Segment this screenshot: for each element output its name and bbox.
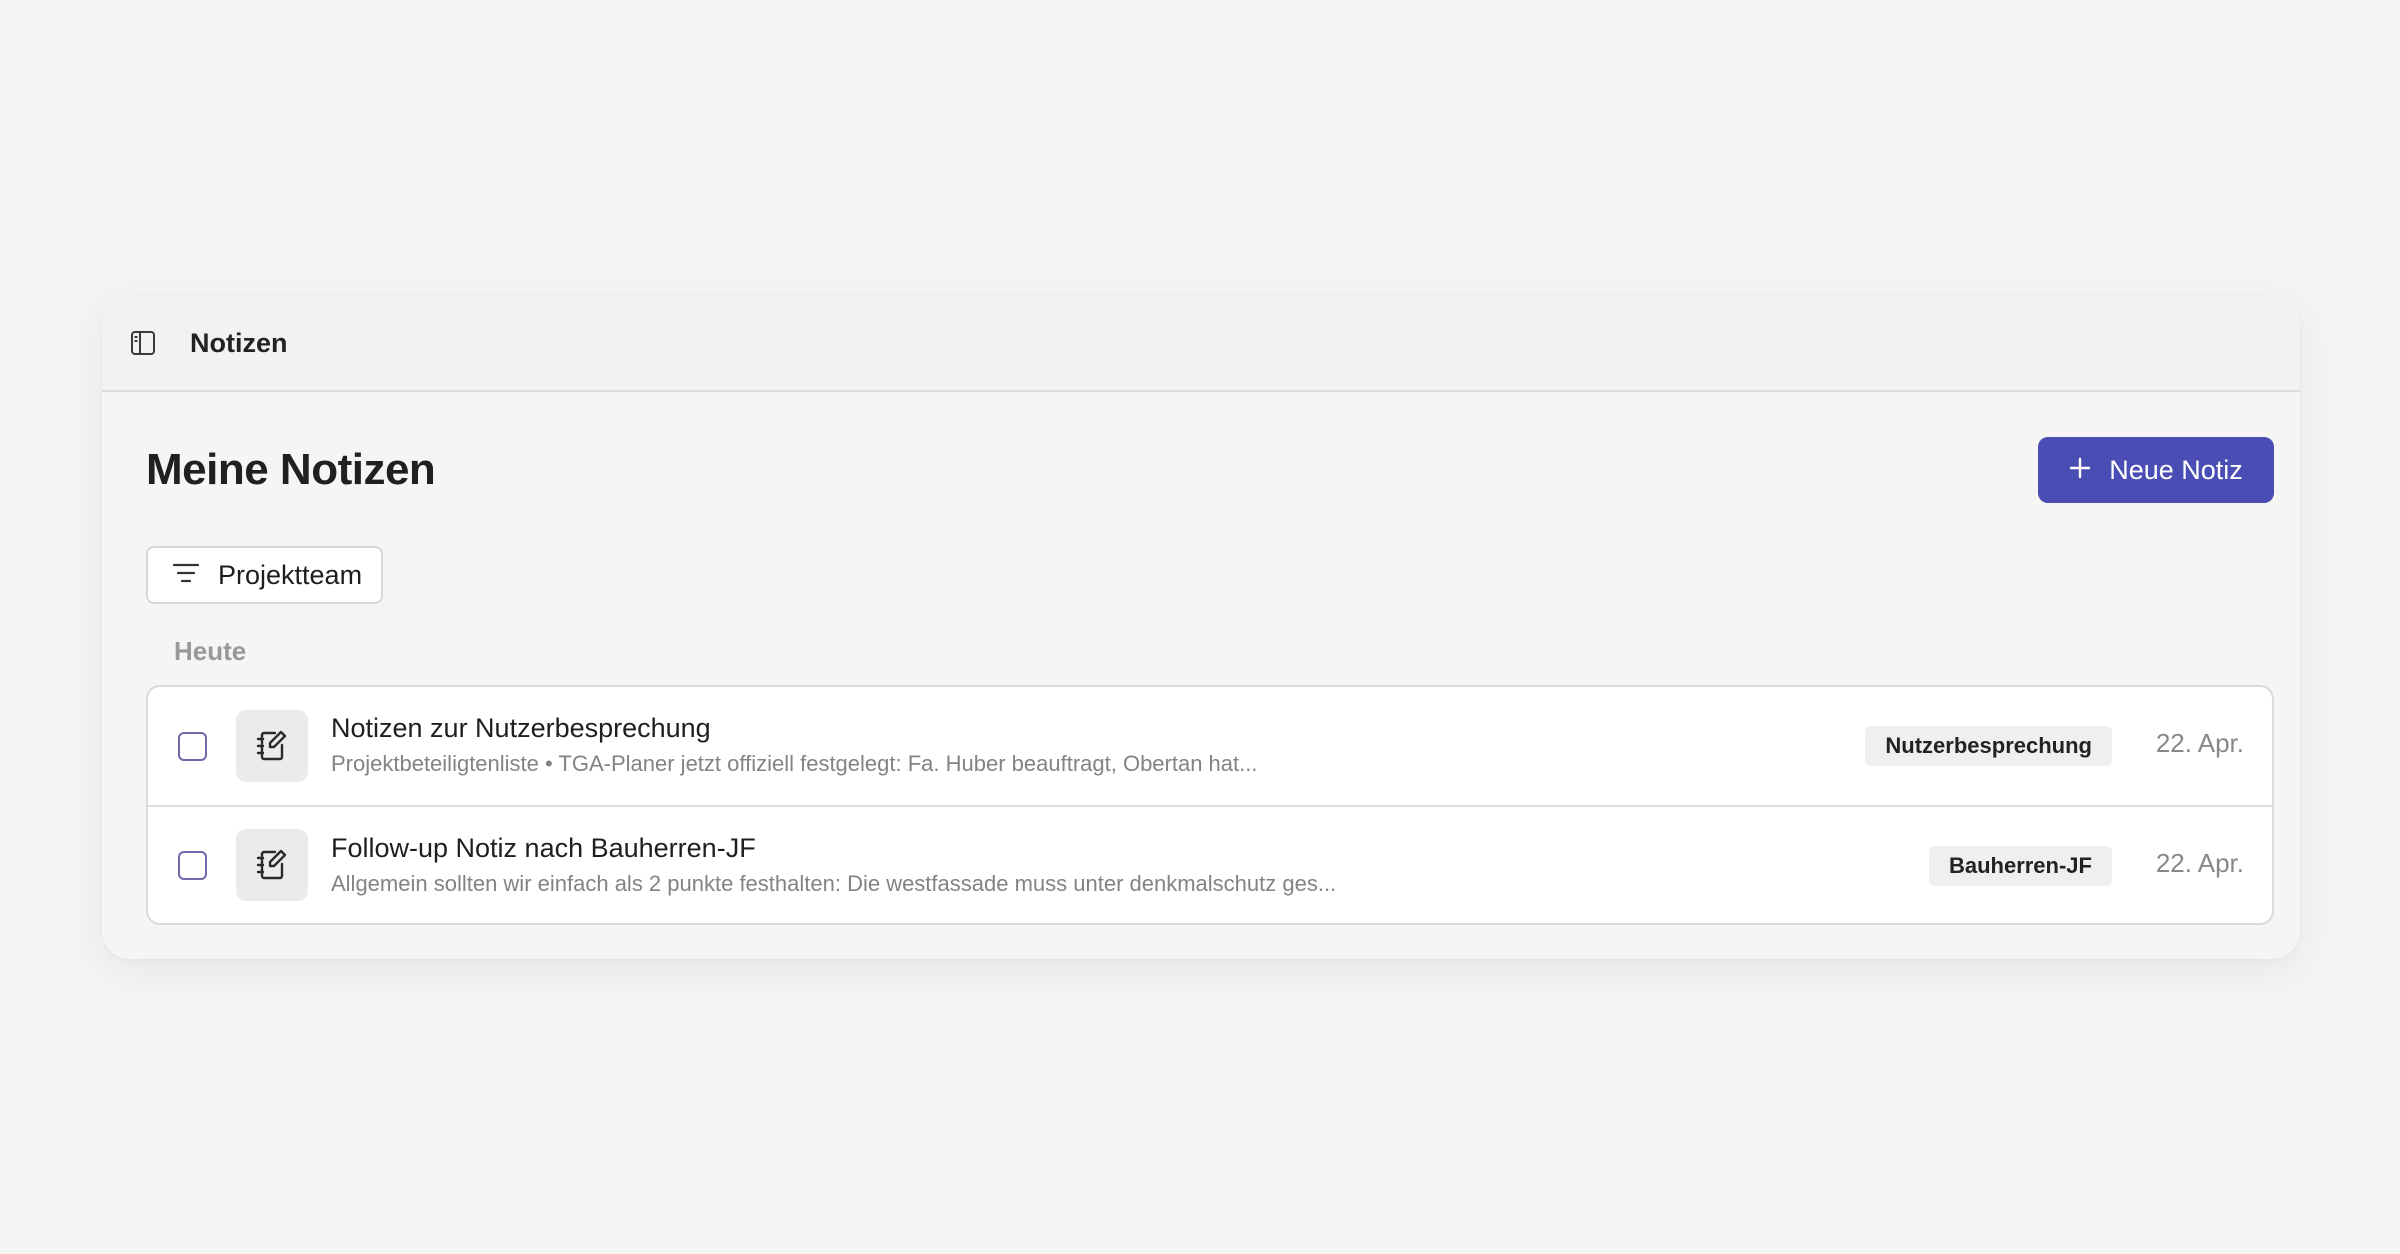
note-checkbox[interactable] [178, 731, 207, 761]
top-bar: Notizen [102, 296, 2300, 392]
notebook-edit-icon [236, 829, 308, 901]
notes-window: Notizen Meine Notizen Neue Notiz Projekt… [102, 296, 2300, 959]
note-row[interactable]: Follow-up Notiz nach Bauherren-JF Allgem… [148, 805, 2272, 923]
app-title: Notizen [190, 327, 288, 358]
note-row[interactable]: Notizen zur Nutzerbesprechung Projektbet… [148, 687, 2272, 805]
note-tag[interactable]: Bauherren-JF [1928, 846, 2112, 886]
new-note-label: Neue Notiz [2109, 454, 2243, 485]
note-checkbox[interactable] [178, 850, 207, 880]
note-title[interactable]: Follow-up Notiz nach Bauherren-JF [331, 831, 1336, 865]
filter-button[interactable]: Projektteam [146, 546, 383, 604]
filter-label: Projektteam [218, 559, 363, 590]
note-snippet: Allgemein sollten wir einfach als 2 punk… [331, 871, 1337, 896]
new-note-button[interactable]: Neue Notiz [2038, 437, 2274, 503]
notes-list: Notizen zur Nutzerbesprechung Projektbet… [146, 685, 2274, 925]
note-date: 22. Apr. [2155, 848, 2244, 878]
note-tag[interactable]: Nutzerbesprechung [1865, 726, 2112, 766]
page-header: Meine Notizen Neue Notiz [146, 437, 2274, 503]
note-title[interactable]: Notizen zur Nutzerbesprechung [331, 711, 1257, 745]
section-label-today: Heute [174, 636, 247, 666]
plus-icon [2069, 455, 2091, 486]
notebook-edit-icon [236, 710, 308, 782]
page-title: Meine Notizen [146, 445, 436, 494]
note-text: Follow-up Notiz nach Bauherren-JF Allgem… [331, 831, 1336, 899]
note-date: 22. Apr. [2155, 728, 2244, 758]
sidebar-toggle-icon[interactable] [128, 328, 158, 358]
filter-icon [172, 560, 200, 591]
note-snippet: Projektbeteiligtenliste • TGA-Planer jet… [331, 751, 1258, 776]
note-text: Notizen zur Nutzerbesprechung Projektbet… [331, 711, 1257, 779]
